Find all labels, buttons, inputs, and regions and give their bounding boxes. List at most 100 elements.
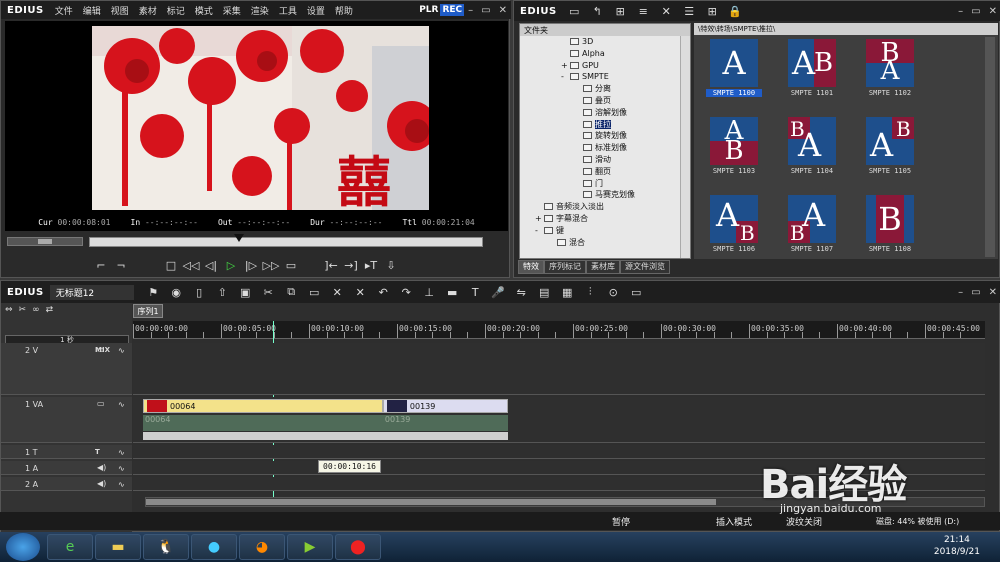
tree-expander-icon[interactable]: - [535, 225, 544, 237]
video-toggle-icon[interactable]: ▭ [97, 399, 105, 408]
explorer-icon[interactable]: ▬ [95, 534, 141, 560]
tree-expander-icon[interactable]: + [535, 213, 544, 225]
trim-icon[interactable]: ▸T [361, 259, 381, 272]
effect-tile[interactable]: A B SMPTE 1105 [862, 117, 918, 175]
bin-tab[interactable]: 源文件浏览 [620, 260, 670, 274]
track-header[interactable]: 1 T T ∿ [1, 445, 132, 459]
start-button[interactable] [6, 533, 40, 561]
rec-button[interactable]: REC [440, 4, 465, 16]
tree-item[interactable]: 混合 [520, 237, 690, 249]
waveform-icon[interactable]: ∿ [118, 346, 125, 355]
effect-tile[interactable]: A SMPTE 1100 [706, 39, 762, 97]
waveform-icon[interactable]: ∿ [118, 448, 125, 457]
tl-minimize-icon[interactable]: – [954, 287, 967, 298]
tree-item[interactable]: 叠页 [520, 95, 690, 107]
track-header[interactable]: 1 A ◀) ∿ [1, 461, 132, 475]
delete-icon[interactable]: ✕ [655, 5, 678, 18]
razor-icon[interactable]: ✂ [19, 305, 27, 317]
insert-icon[interactable]: ]← [321, 259, 341, 272]
add-folder-icon[interactable]: ⊞ [609, 5, 632, 18]
grid-scrollbar[interactable] [985, 37, 995, 257]
scroll-thumb[interactable] [146, 499, 716, 505]
delete-clip-icon[interactable]: ✕ [326, 286, 349, 299]
menu-item[interactable]: 帮助 [330, 4, 358, 17]
tree-scrollbar[interactable] [680, 36, 690, 258]
menu-item[interactable]: 视图 [106, 4, 134, 17]
menu-item[interactable]: 采集 [218, 4, 246, 17]
video-clip[interactable]: 00064 [142, 399, 383, 413]
audio-toggle-icon[interactable]: ◀) [97, 463, 106, 472]
fast-forward-icon[interactable]: ▷▷ [261, 259, 281, 272]
title-icon[interactable]: T [464, 286, 487, 299]
export-icon[interactable]: ⇩ [381, 259, 401, 272]
menu-item[interactable]: 工具 [274, 4, 302, 17]
tree-item[interactable]: + 字幕混合 [520, 213, 690, 225]
position-track[interactable] [89, 237, 483, 247]
tree-item[interactable]: 标准划像 [520, 142, 690, 154]
waveform-icon[interactable]: ∿ [118, 464, 125, 473]
tree-item[interactable]: 翻页 [520, 166, 690, 178]
menu-item[interactable]: 文件 [50, 4, 78, 17]
bin-tab[interactable]: 序列标记 [544, 260, 586, 274]
tab-sequence1[interactable]: 序列1 [133, 304, 163, 318]
tree-item[interactable]: Alpha [520, 48, 690, 60]
cut-icon[interactable]: ✂ [257, 286, 280, 299]
loop-icon[interactable]: ▭ [281, 259, 301, 272]
bin-close-icon[interactable]: ✕ [985, 6, 1000, 17]
effect-tile[interactable]: B SMPTE 1108 [862, 195, 918, 253]
shuttle-knob[interactable] [38, 239, 52, 244]
grid-view-icon[interactable]: ⊞ [701, 5, 724, 18]
record-app-icon[interactable]: ⬤ [335, 534, 381, 560]
set-out-icon[interactable]: ¬ [111, 259, 131, 272]
audio-clip[interactable]: 00139 [382, 415, 508, 431]
step-forward-icon[interactable]: |▷ [241, 259, 261, 272]
track-header[interactable]: 2 V MIX ▭ ∿ [1, 343, 132, 395]
snap-icon[interactable]: ⇄ [46, 305, 54, 317]
new-icon[interactable]: ▯ [188, 286, 211, 299]
menu-item[interactable]: 素材 [134, 4, 162, 17]
qq-icon[interactable]: 🐧 [143, 534, 189, 560]
maximize-icon[interactable]: ▭ [477, 5, 494, 16]
copy-icon[interactable]: ⧉ [280, 285, 303, 299]
up-folder-icon[interactable]: ↰ [586, 5, 609, 18]
tree-item[interactable]: 3D [520, 36, 690, 48]
playhead-marker[interactable] [233, 234, 244, 242]
mic-icon[interactable]: 🎤 [487, 286, 510, 299]
ripple-delete-icon[interactable]: ✕ [349, 286, 372, 299]
menu-item[interactable]: 模式 [190, 4, 218, 17]
add-cut-icon[interactable]: ⊥ [418, 286, 441, 299]
system-clock[interactable]: 21:14 2018/9/21 [934, 534, 980, 558]
stop-icon[interactable]: □ [161, 259, 181, 272]
effect-tile[interactable]: B A SMPTE 1102 [862, 39, 918, 97]
tl-maximize-icon[interactable]: ▭ [967, 287, 984, 298]
tree-item[interactable]: 旋转划像 [520, 130, 690, 142]
menu-item[interactable]: 渲染 [246, 4, 274, 17]
grid-icon[interactable]: ▦ [556, 286, 579, 299]
save-icon[interactable]: ▣ [234, 286, 257, 299]
tree-item[interactable]: 推拉 [520, 119, 690, 131]
link-icon[interactable]: ∞ [32, 305, 40, 317]
time-ruler[interactable]: 00:00:00:00 00:00:05:00 00:00:10:00 00:00:1… [133, 321, 985, 339]
shuttle-slider[interactable] [7, 237, 83, 246]
video-toggle-icon[interactable]: ▭ [97, 345, 105, 354]
menu-item[interactable]: 设置 [302, 4, 330, 17]
sync-icon[interactable]: ⇋ [510, 286, 533, 299]
tree-expander-icon[interactable]: - [561, 71, 570, 83]
tree-item[interactable]: 溶解划像 [520, 107, 690, 119]
camera-icon[interactable]: ◉ [165, 286, 188, 299]
edius-taskbar-icon[interactable]: ▶ [287, 534, 333, 560]
effect-tile[interactable]: A B SMPTE 1106 [706, 195, 762, 253]
rewind-icon[interactable]: ◁◁ [181, 259, 201, 272]
export-menu-icon[interactable]: ▭ [625, 286, 648, 299]
effect-tile[interactable]: B A SMPTE 1104 [784, 117, 840, 175]
layout-icon[interactable]: ▬ [441, 286, 464, 299]
open-icon[interactable]: ⇧ [211, 286, 234, 299]
undo-icon[interactable]: ↶ [372, 286, 395, 299]
scrub-bar[interactable] [7, 234, 505, 250]
color-icon[interactable]: ▤ [533, 286, 556, 299]
tree-item[interactable]: - SMPTE [520, 71, 690, 83]
bin-tab[interactable]: 素材库 [586, 260, 620, 274]
folder-icon[interactable]: ▭ [563, 5, 586, 18]
record-icon[interactable]: ⊙ [602, 286, 625, 299]
tree-item[interactable]: 门 [520, 178, 690, 190]
